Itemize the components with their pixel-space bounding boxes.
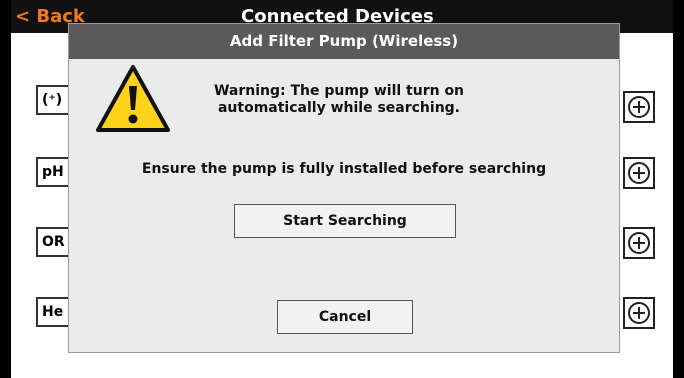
plus-circle-icon [628, 302, 650, 324]
warning-line-2: automatically while searching. [217, 100, 460, 116]
add-device-button[interactable] [623, 91, 655, 123]
add-filter-pump-dialog: Add Filter Pump (Wireless) Warning: The … [68, 23, 620, 353]
cancel-button[interactable]: Cancel [277, 300, 413, 334]
plus-circle-icon [628, 232, 650, 254]
warning-line-1: Warning: The pump will turn on [213, 83, 465, 99]
add-device-button[interactable] [623, 297, 655, 329]
warning-triangle-icon [96, 65, 170, 132]
warning-message: Warning: The pump will turn on automatic… [189, 83, 489, 117]
device-screen: < Back Connected Devices (⁺) pH OR He Ad… [0, 0, 684, 378]
add-device-button[interactable] [623, 157, 655, 189]
install-instruction: Ensure the pump is fully installed befor… [141, 161, 547, 177]
plus-circle-icon [628, 162, 650, 184]
add-device-button[interactable] [623, 227, 655, 259]
plus-circle-icon [628, 96, 650, 118]
dialog-title: Add Filter Pump (Wireless) [69, 24, 619, 59]
start-searching-button[interactable]: Start Searching [234, 204, 456, 238]
